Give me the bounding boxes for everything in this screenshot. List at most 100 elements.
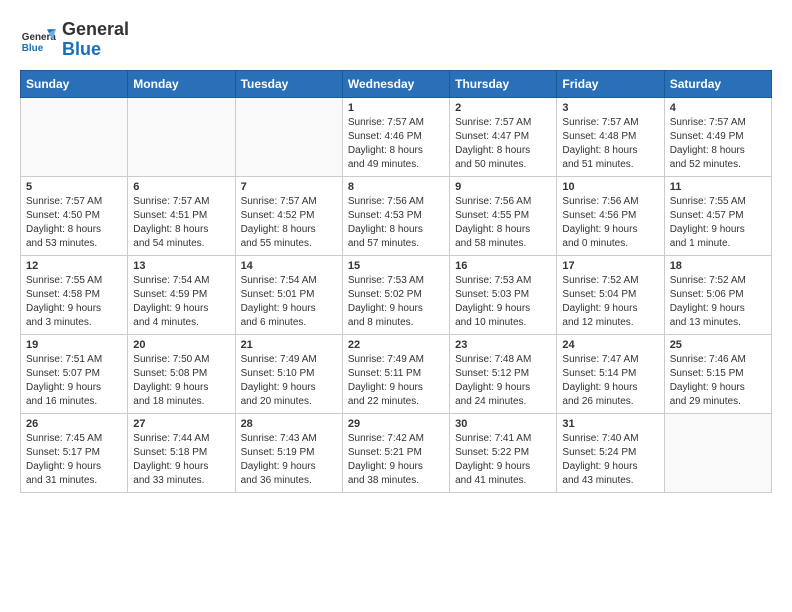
day-number: 3 [562, 102, 658, 114]
day-number: 16 [455, 260, 551, 272]
calendar-cell: 13 Sunrise: 7:54 AM Sunset: 4:59 PM Dayli… [128, 255, 235, 334]
day-info: Sunrise: 7:52 AM Sunset: 5:04 PM Dayligh… [562, 274, 658, 330]
day-info: Sunrise: 7:56 AM Sunset: 4:55 PM Dayligh… [455, 195, 551, 251]
day-info: Sunrise: 7:54 AM Sunset: 5:01 PM Dayligh… [241, 274, 337, 330]
day-number: 2 [455, 102, 551, 114]
day-info: Sunrise: 7:57 AM Sunset: 4:49 PM Dayligh… [670, 116, 766, 172]
day-info: Sunrise: 7:49 AM Sunset: 5:10 PM Dayligh… [241, 353, 337, 409]
calendar-table: SundayMondayTuesdayWednesdayThursdayFrid… [20, 70, 772, 493]
day-number: 30 [455, 418, 551, 430]
calendar-cell: 1 Sunrise: 7:57 AM Sunset: 4:46 PM Daylig… [342, 97, 449, 176]
day-number: 21 [241, 339, 337, 351]
day-info: Sunrise: 7:45 AM Sunset: 5:17 PM Dayligh… [26, 432, 122, 488]
day-info: Sunrise: 7:53 AM Sunset: 5:02 PM Dayligh… [348, 274, 444, 330]
day-info: Sunrise: 7:47 AM Sunset: 5:14 PM Dayligh… [562, 353, 658, 409]
weekday-header: Thursday [450, 70, 557, 97]
day-number: 9 [455, 181, 551, 193]
day-number: 20 [133, 339, 229, 351]
calendar-cell [664, 413, 771, 492]
day-info: Sunrise: 7:50 AM Sunset: 5:08 PM Dayligh… [133, 353, 229, 409]
calendar-cell: 5 Sunrise: 7:57 AM Sunset: 4:50 PM Daylig… [21, 176, 128, 255]
day-info: Sunrise: 7:53 AM Sunset: 5:03 PM Dayligh… [455, 274, 551, 330]
weekday-header: Sunday [21, 70, 128, 97]
day-info: Sunrise: 7:44 AM Sunset: 5:18 PM Dayligh… [133, 432, 229, 488]
calendar-cell: 19 Sunrise: 7:51 AM Sunset: 5:07 PM Dayli… [21, 334, 128, 413]
day-number: 25 [670, 339, 766, 351]
day-info: Sunrise: 7:57 AM Sunset: 4:52 PM Dayligh… [241, 195, 337, 251]
day-info: Sunrise: 7:51 AM Sunset: 5:07 PM Dayligh… [26, 353, 122, 409]
day-info: Sunrise: 7:54 AM Sunset: 4:59 PM Dayligh… [133, 274, 229, 330]
day-number: 26 [26, 418, 122, 430]
calendar-cell: 14 Sunrise: 7:54 AM Sunset: 5:01 PM Dayli… [235, 255, 342, 334]
day-info: Sunrise: 7:57 AM Sunset: 4:51 PM Dayligh… [133, 195, 229, 251]
day-number: 23 [455, 339, 551, 351]
day-info: Sunrise: 7:56 AM Sunset: 4:56 PM Dayligh… [562, 195, 658, 251]
weekday-header: Wednesday [342, 70, 449, 97]
day-info: Sunrise: 7:42 AM Sunset: 5:21 PM Dayligh… [348, 432, 444, 488]
calendar-cell: 10 Sunrise: 7:56 AM Sunset: 4:56 PM Dayli… [557, 176, 664, 255]
calendar-header: SundayMondayTuesdayWednesdayThursdayFrid… [21, 70, 772, 97]
weekday-header: Tuesday [235, 70, 342, 97]
day-number: 27 [133, 418, 229, 430]
weekday-header: Friday [557, 70, 664, 97]
calendar-cell: 25 Sunrise: 7:46 AM Sunset: 5:15 PM Dayli… [664, 334, 771, 413]
day-number: 13 [133, 260, 229, 272]
day-info: Sunrise: 7:43 AM Sunset: 5:19 PM Dayligh… [241, 432, 337, 488]
day-info: Sunrise: 7:46 AM Sunset: 5:15 PM Dayligh… [670, 353, 766, 409]
day-number: 14 [241, 260, 337, 272]
day-number: 19 [26, 339, 122, 351]
day-number: 22 [348, 339, 444, 351]
calendar-cell: 8 Sunrise: 7:56 AM Sunset: 4:53 PM Daylig… [342, 176, 449, 255]
day-info: Sunrise: 7:52 AM Sunset: 5:06 PM Dayligh… [670, 274, 766, 330]
day-number: 31 [562, 418, 658, 430]
day-number: 18 [670, 260, 766, 272]
calendar-cell: 6 Sunrise: 7:57 AM Sunset: 4:51 PM Daylig… [128, 176, 235, 255]
day-info: Sunrise: 7:49 AM Sunset: 5:11 PM Dayligh… [348, 353, 444, 409]
calendar-cell: 31 Sunrise: 7:40 AM Sunset: 5:24 PM Dayli… [557, 413, 664, 492]
svg-text:Blue: Blue [22, 43, 44, 54]
day-number: 24 [562, 339, 658, 351]
day-number: 6 [133, 181, 229, 193]
day-info: Sunrise: 7:55 AM Sunset: 4:58 PM Dayligh… [26, 274, 122, 330]
calendar-cell: 24 Sunrise: 7:47 AM Sunset: 5:14 PM Dayli… [557, 334, 664, 413]
calendar-cell: 11 Sunrise: 7:55 AM Sunset: 4:57 PM Dayli… [664, 176, 771, 255]
page-header: General Blue General Blue [20, 20, 772, 60]
day-info: Sunrise: 7:55 AM Sunset: 4:57 PM Dayligh… [670, 195, 766, 251]
day-number: 7 [241, 181, 337, 193]
calendar-cell: 20 Sunrise: 7:50 AM Sunset: 5:08 PM Dayli… [128, 334, 235, 413]
logo-name: General Blue [62, 20, 129, 60]
calendar-cell: 22 Sunrise: 7:49 AM Sunset: 5:11 PM Dayli… [342, 334, 449, 413]
calendar-cell: 29 Sunrise: 7:42 AM Sunset: 5:21 PM Dayli… [342, 413, 449, 492]
day-number: 11 [670, 181, 766, 193]
day-number: 8 [348, 181, 444, 193]
day-info: Sunrise: 7:56 AM Sunset: 4:53 PM Dayligh… [348, 195, 444, 251]
day-info: Sunrise: 7:41 AM Sunset: 5:22 PM Dayligh… [455, 432, 551, 488]
day-info: Sunrise: 7:40 AM Sunset: 5:24 PM Dayligh… [562, 432, 658, 488]
weekday-header: Saturday [664, 70, 771, 97]
day-number: 1 [348, 102, 444, 114]
day-info: Sunrise: 7:57 AM Sunset: 4:48 PM Dayligh… [562, 116, 658, 172]
calendar-cell: 12 Sunrise: 7:55 AM Sunset: 4:58 PM Dayli… [21, 255, 128, 334]
day-number: 29 [348, 418, 444, 430]
calendar-cell: 28 Sunrise: 7:43 AM Sunset: 5:19 PM Dayli… [235, 413, 342, 492]
day-info: Sunrise: 7:57 AM Sunset: 4:46 PM Dayligh… [348, 116, 444, 172]
logo-icon: General Blue [20, 22, 56, 58]
calendar-cell [235, 97, 342, 176]
calendar-cell [21, 97, 128, 176]
day-info: Sunrise: 7:57 AM Sunset: 4:47 PM Dayligh… [455, 116, 551, 172]
day-number: 12 [26, 260, 122, 272]
calendar-cell: 15Sunrise: 7:53 AM Sunset: 5:02 PM Dayli… [342, 255, 449, 334]
day-info: Sunrise: 7:57 AM Sunset: 4:50 PM Dayligh… [26, 195, 122, 251]
day-info: Sunrise: 7:48 AM Sunset: 5:12 PM Dayligh… [455, 353, 551, 409]
day-number: 4 [670, 102, 766, 114]
calendar-cell: 21 Sunrise: 7:49 AM Sunset: 5:10 PM Dayli… [235, 334, 342, 413]
calendar-cell: 23 Sunrise: 7:48 AM Sunset: 5:12 PM Dayli… [450, 334, 557, 413]
calendar-cell: 9 Sunrise: 7:56 AM Sunset: 4:55 PM Daylig… [450, 176, 557, 255]
calendar-cell: 17Sunrise: 7:52 AM Sunset: 5:04 PM Dayli… [557, 255, 664, 334]
day-number: 5 [26, 181, 122, 193]
calendar-cell: 27 Sunrise: 7:44 AM Sunset: 5:18 PM Dayli… [128, 413, 235, 492]
day-number: 28 [241, 418, 337, 430]
calendar-cell: 7 Sunrise: 7:57 AM Sunset: 4:52 PM Daylig… [235, 176, 342, 255]
day-number: 10 [562, 181, 658, 193]
logo: General Blue General Blue [20, 20, 129, 60]
